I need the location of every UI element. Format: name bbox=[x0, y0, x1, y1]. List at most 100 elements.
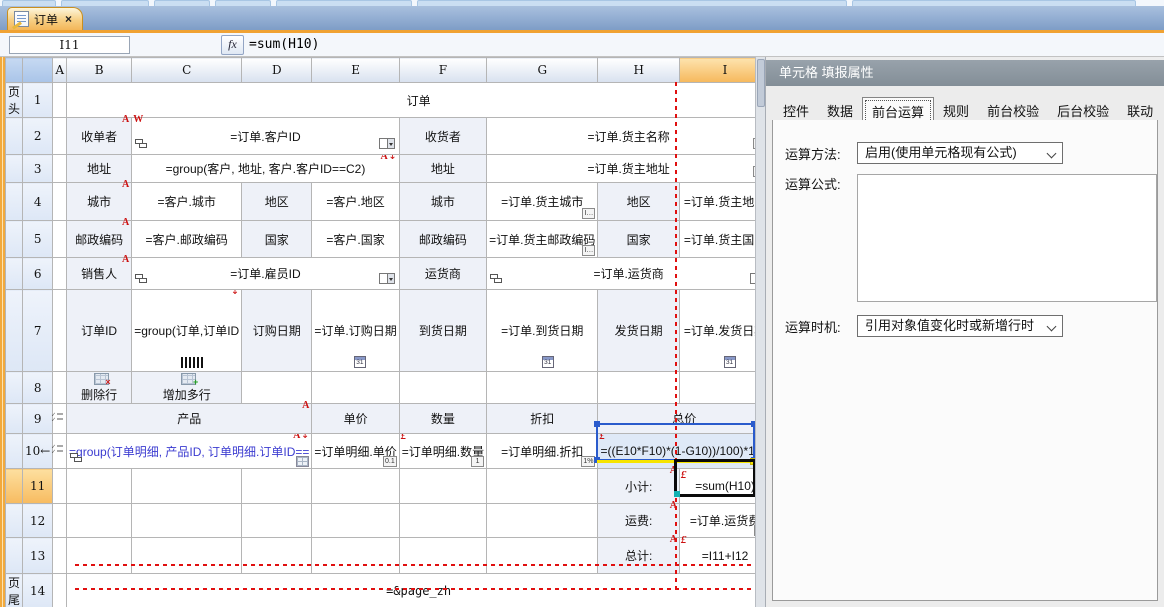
band-label-cell[interactable]: 页头 bbox=[6, 83, 23, 118]
cell-C5[interactable]: =客户.邮政编码 bbox=[132, 221, 242, 258]
cell-F13[interactable] bbox=[399, 538, 486, 574]
cell-G2[interactable]: I…=订单.货主名称 bbox=[487, 118, 755, 155]
col-header-B[interactable]: B bbox=[67, 58, 132, 83]
cell-G11[interactable] bbox=[487, 469, 598, 504]
band-label-cell[interactable] bbox=[6, 372, 23, 404]
cell-F5[interactable]: 邮政编码 bbox=[399, 221, 486, 258]
cell-F8[interactable] bbox=[399, 372, 486, 404]
cell-H11[interactable]: A小计: bbox=[598, 469, 679, 504]
cell-E4[interactable]: =客户.地区 bbox=[312, 183, 399, 221]
row-header-13[interactable]: 13 bbox=[23, 538, 53, 574]
band-label-cell[interactable] bbox=[6, 118, 23, 155]
cell-G4[interactable]: I…=订单.货主城市 bbox=[487, 183, 598, 221]
cell-C8[interactable]: +增加多行 bbox=[132, 372, 242, 404]
cell-B4[interactable]: A城市 bbox=[67, 183, 132, 221]
row-header-3[interactable]: 3 bbox=[23, 155, 53, 183]
cell-E11[interactable] bbox=[312, 469, 399, 504]
row-header-14[interactable]: 14 bbox=[23, 574, 53, 607]
cell-H12[interactable]: A运费: bbox=[598, 504, 679, 538]
cell-E8[interactable] bbox=[312, 372, 399, 404]
cell-E13[interactable] bbox=[312, 538, 399, 574]
cell-I4[interactable]: I…=订单.货主地区 bbox=[679, 183, 755, 221]
corner-cell[interactable] bbox=[6, 58, 23, 83]
formula-input[interactable]: =sum(H10) bbox=[249, 36, 319, 53]
col-header-E[interactable]: E bbox=[312, 58, 399, 83]
cell-G12[interactable] bbox=[487, 504, 598, 538]
band-label-cell[interactable] bbox=[6, 290, 23, 372]
cell-A6[interactable] bbox=[53, 258, 67, 290]
cell-E12[interactable] bbox=[312, 504, 399, 538]
cell-F3[interactable]: 地址 bbox=[399, 155, 486, 183]
cell-A2[interactable] bbox=[53, 118, 67, 155]
cell-I13[interactable]: £=I11+I12 bbox=[679, 538, 755, 574]
cell-B5[interactable]: A邮政编码 bbox=[67, 221, 132, 258]
cell-I7[interactable]: 31=订单.发货日期 bbox=[679, 290, 755, 372]
cell-G6[interactable]: =订单.运货商 bbox=[487, 258, 755, 290]
row-header-6[interactable]: 6 bbox=[23, 258, 53, 290]
band-label-cell[interactable] bbox=[6, 183, 23, 221]
col-header-H[interactable]: H bbox=[598, 58, 679, 83]
cell-A4[interactable] bbox=[53, 183, 67, 221]
cell-A1[interactable] bbox=[53, 83, 67, 118]
cell-E10←[interactable]: 0.1=订单明细.单价 bbox=[312, 434, 399, 469]
cell-F4[interactable]: 城市 bbox=[399, 183, 486, 221]
cell-G10←[interactable]: 1%=订单明细.折扣 bbox=[487, 434, 598, 469]
row-header-10←[interactable]: 10← bbox=[23, 434, 53, 469]
col-header-A[interactable]: A bbox=[53, 58, 67, 83]
row-header-12[interactable]: 12 bbox=[23, 504, 53, 538]
col-header-F[interactable]: F bbox=[399, 58, 486, 83]
timing-select[interactable]: 引用对象值变化时或新增行时 bbox=[857, 315, 1063, 337]
cell-D4[interactable]: 地区 bbox=[242, 183, 312, 221]
cell-H9[interactable]: 总价 bbox=[598, 404, 755, 434]
cell-C11[interactable] bbox=[132, 469, 242, 504]
col-header-I[interactable]: I bbox=[679, 58, 755, 83]
cell-A13[interactable] bbox=[53, 538, 67, 574]
band-label-cell[interactable] bbox=[6, 469, 23, 504]
cell-G5[interactable]: I…=订单.货主邮政编码 bbox=[487, 221, 598, 258]
cell-G3[interactable]: I…=订单.货主地址 bbox=[487, 155, 755, 183]
cell-D13[interactable] bbox=[242, 538, 312, 574]
cell-G9[interactable]: 折扣 bbox=[487, 404, 598, 434]
fx-button[interactable]: fx bbox=[221, 35, 244, 55]
cell-H8[interactable] bbox=[598, 372, 679, 404]
cell-C3[interactable]: A↓=group(客户, 地址, 客户.客户ID==C2) bbox=[132, 155, 400, 183]
cell-B9[interactable]: A产品 bbox=[67, 404, 312, 434]
cell-E5[interactable]: =客户.国家 bbox=[312, 221, 399, 258]
cell-F11[interactable] bbox=[399, 469, 486, 504]
cell-C2[interactable]: W=订单.客户ID bbox=[132, 118, 400, 155]
document-tab[interactable]: 订单 × bbox=[7, 7, 83, 30]
row-header-1[interactable]: 1 bbox=[23, 83, 53, 118]
cell-A9[interactable]: ✓✓ bbox=[53, 404, 67, 434]
row-header-7[interactable]: 7 bbox=[23, 290, 53, 372]
band-label-cell[interactable] bbox=[6, 434, 23, 469]
cell-I8[interactable] bbox=[679, 372, 755, 404]
cell-A7[interactable] bbox=[53, 290, 67, 372]
col-header-D[interactable]: D bbox=[242, 58, 312, 83]
cell-E9[interactable]: 单价 bbox=[312, 404, 399, 434]
cell-D12[interactable] bbox=[242, 504, 312, 538]
cell-A5[interactable] bbox=[53, 221, 67, 258]
cell-C12[interactable] bbox=[132, 504, 242, 538]
cell-I11[interactable]: Σ£=sum(H10) bbox=[679, 469, 755, 504]
cell-A10←[interactable]: ✓✓ bbox=[53, 434, 67, 469]
cell-D5[interactable]: 国家 bbox=[242, 221, 312, 258]
cell-B1[interactable]: 订单 bbox=[67, 83, 755, 118]
cell-A8[interactable] bbox=[53, 372, 67, 404]
row-header-9[interactable]: 9 bbox=[23, 404, 53, 434]
col-header-G[interactable]: G bbox=[487, 58, 598, 83]
cell-F9[interactable]: 数量 bbox=[399, 404, 486, 434]
cell-A3[interactable] bbox=[53, 155, 67, 183]
cell-B7[interactable]: 订单ID bbox=[67, 290, 132, 372]
cell-H13[interactable]: A总计: bbox=[598, 538, 679, 574]
band-label-cell[interactable]: 页尾 bbox=[6, 574, 23, 607]
col-header-C[interactable]: C bbox=[132, 58, 242, 83]
cell-F6[interactable]: 运货商 bbox=[399, 258, 486, 290]
cell-B13[interactable] bbox=[67, 538, 132, 574]
cell-D8[interactable] bbox=[242, 372, 312, 404]
cell-B12[interactable] bbox=[67, 504, 132, 538]
cell-B11[interactable] bbox=[67, 469, 132, 504]
cell-B3[interactable]: 地址 bbox=[67, 155, 132, 183]
cell-C13[interactable] bbox=[132, 538, 242, 574]
band-label-cell[interactable] bbox=[6, 258, 23, 290]
cell-I5[interactable]: I…=订单.货主国家 bbox=[679, 221, 755, 258]
